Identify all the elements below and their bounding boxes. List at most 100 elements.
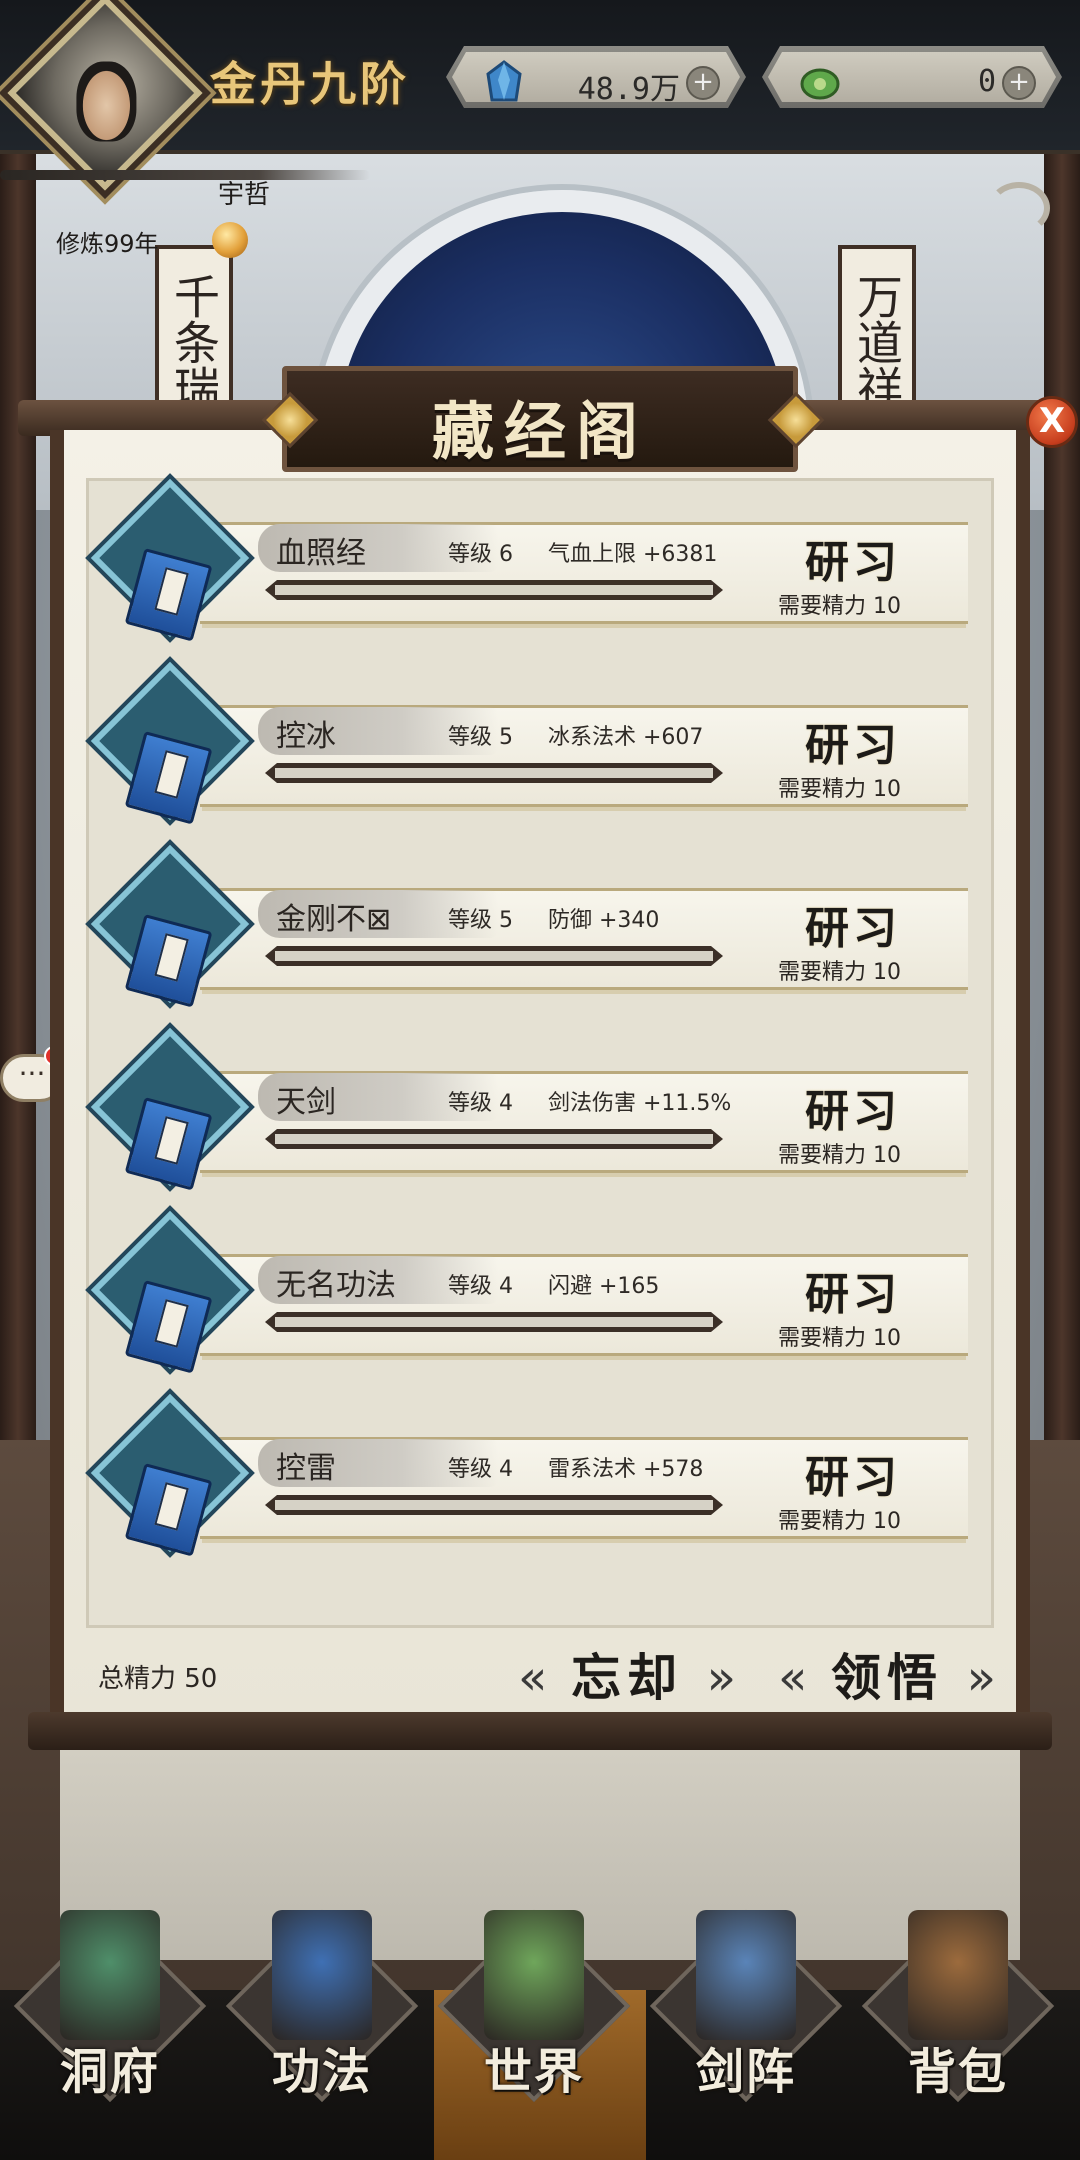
skill-level: 等级 4 xyxy=(448,1091,513,1116)
study-button-label: 研习 xyxy=(805,537,901,588)
energy-cost: 需要精力 10 xyxy=(778,1509,901,1534)
realm-title: 金丹九阶 xyxy=(210,57,410,111)
left-hanging-scroll: 千条瑞 xyxy=(155,245,233,425)
nav-item-3[interactable]: 世界 xyxy=(434,1890,634,2140)
skill-attribute: 冰系法术 +607 xyxy=(548,725,704,750)
skill-attribute: 剑法伤害 +11.5% xyxy=(548,1091,732,1116)
book-label xyxy=(154,750,189,799)
skill-row: 金刚不⊠ 等级 5 防御 +340 研习 需要精力 10 xyxy=(90,844,980,1014)
study-button[interactable]: 研习 xyxy=(750,1075,956,1137)
comprehend-button[interactable]: « 领悟 » xyxy=(778,1638,996,1708)
cultivation-orb-icon[interactable] xyxy=(212,222,248,258)
skill-name: 天剑 xyxy=(276,1085,336,1120)
skill-row: 控雷 等级 4 雷系法术 +578 研习 需要精力 10 xyxy=(90,1393,980,1563)
study-button[interactable]: 研习 xyxy=(750,1441,956,1503)
skill-level: 等级 6 xyxy=(448,542,513,567)
swirl-cloud-icon xyxy=(988,182,1050,234)
study-button-label: 研习 xyxy=(805,903,901,954)
skill-level: 等级 5 xyxy=(448,908,513,933)
skill-book-icon xyxy=(124,1097,213,1191)
skill-progress-bar xyxy=(265,763,723,783)
right-hanging-scroll: 万道祥 xyxy=(838,245,916,425)
skill-row: 无名功法 等级 4 闪避 +165 研习 需要精力 10 xyxy=(90,1210,980,1380)
skill-attribute: 防御 +340 xyxy=(548,908,660,933)
forget-button[interactable]: « 忘却 » xyxy=(518,1638,736,1708)
skill-book-icon xyxy=(124,1280,213,1374)
spirit-stone-icon xyxy=(482,60,526,104)
study-button[interactable]: 研习 xyxy=(750,709,956,771)
close-button[interactable]: X xyxy=(1026,396,1078,448)
study-button[interactable]: 研习 xyxy=(750,892,956,954)
spirit-stone-counter: 48.9万 + xyxy=(446,46,746,108)
skill-book-icon xyxy=(124,548,213,642)
jade-icon xyxy=(798,60,842,104)
title-plaque: 藏经阁 xyxy=(282,366,798,472)
nav-item-2[interactable]: 功法 xyxy=(222,1890,422,2140)
skill-row: 控冰 等级 5 冰系法术 +607 研习 需要精力 10 xyxy=(90,661,980,831)
cultivation-years: 修炼99年 xyxy=(56,230,159,258)
skill-progress-bar xyxy=(265,1495,723,1515)
skill-book-icon xyxy=(124,731,213,825)
chevron-right-icon: » xyxy=(706,1650,736,1706)
study-button-label: 研习 xyxy=(805,1269,901,1320)
backpack-icon xyxy=(908,1910,1008,2040)
book-label xyxy=(154,933,189,982)
nav-item-4[interactable]: 剑阵 xyxy=(646,1890,846,2140)
chevron-right-icon: » xyxy=(966,1650,996,1706)
cave-mansion-icon xyxy=(60,1910,160,2040)
skill-level: 等级 4 xyxy=(448,1457,513,1482)
energy-cost: 需要精力 10 xyxy=(778,1326,901,1351)
skill-progress-fill xyxy=(275,768,713,778)
panel-title: 藏经阁 xyxy=(431,395,648,468)
skill-name: 金刚不⊠ xyxy=(276,902,392,937)
study-button-label: 研习 xyxy=(805,1452,901,1503)
skill-book-icon xyxy=(124,914,213,1008)
left-pillar xyxy=(0,150,36,1450)
skill-attribute: 闪避 +165 xyxy=(548,1274,660,1299)
comprehend-button-label: 领悟 xyxy=(831,1648,943,1707)
world-map-icon xyxy=(484,1910,584,2040)
study-button[interactable]: 研习 xyxy=(750,526,956,588)
book-label xyxy=(154,1116,189,1165)
skill-progress-fill xyxy=(275,1134,713,1144)
skill-attribute: 雷系法术 +578 xyxy=(548,1457,704,1482)
energy-cost: 需要精力 10 xyxy=(778,777,901,802)
skill-level: 等级 5 xyxy=(448,725,513,750)
jade-counter: 0 + xyxy=(762,46,1062,108)
add-spirit-stone-button[interactable]: + xyxy=(686,66,720,100)
avatar-face xyxy=(76,61,137,142)
skill-progress-fill xyxy=(275,1317,713,1327)
energy-cost: 需要精力 10 xyxy=(778,960,901,985)
study-button-label: 研习 xyxy=(805,1086,901,1137)
nav-label: 功法 xyxy=(271,2044,372,2100)
jade-value: 0 xyxy=(977,64,996,99)
nav-item-5[interactable]: 背包 xyxy=(858,1890,1058,2140)
technique-book-icon xyxy=(272,1910,372,2040)
name-underline xyxy=(0,170,370,180)
skill-progress-bar xyxy=(265,1312,723,1332)
nav-label: 洞府 xyxy=(59,2044,160,2100)
nav-label: 世界 xyxy=(483,2044,584,2100)
skill-attribute: 气血上限 +6381 xyxy=(548,542,718,567)
skill-progress-bar xyxy=(265,580,723,600)
study-button[interactable]: 研习 xyxy=(750,1258,956,1320)
book-label xyxy=(154,1482,189,1531)
forget-button-label: 忘却 xyxy=(571,1648,683,1707)
skill-progress-fill xyxy=(275,585,713,595)
add-jade-button[interactable]: + xyxy=(1002,66,1036,100)
study-button-label: 研习 xyxy=(805,720,901,771)
book-label xyxy=(154,1299,189,1348)
nav-label: 背包 xyxy=(907,2044,1008,2100)
skill-row: 血照经 等级 6 气血上限 +6381 研习 需要精力 10 xyxy=(90,478,980,648)
skill-progress-fill xyxy=(275,951,713,961)
skill-row: 天剑 等级 4 剑法伤害 +11.5% 研习 需要精力 10 xyxy=(90,1027,980,1197)
right-pillar xyxy=(1044,150,1080,1450)
skill-level: 等级 4 xyxy=(448,1274,513,1299)
scroll-rod-bottom xyxy=(28,1712,1052,1750)
skill-name: 无名功法 xyxy=(276,1268,396,1303)
player-name: 宇哲 xyxy=(218,180,271,210)
nav-item-1[interactable]: 洞府 xyxy=(10,1890,210,2140)
skill-name: 控雷 xyxy=(276,1451,336,1486)
skill-name: 血照经 xyxy=(276,536,366,571)
energy-cost: 需要精力 10 xyxy=(778,594,901,619)
